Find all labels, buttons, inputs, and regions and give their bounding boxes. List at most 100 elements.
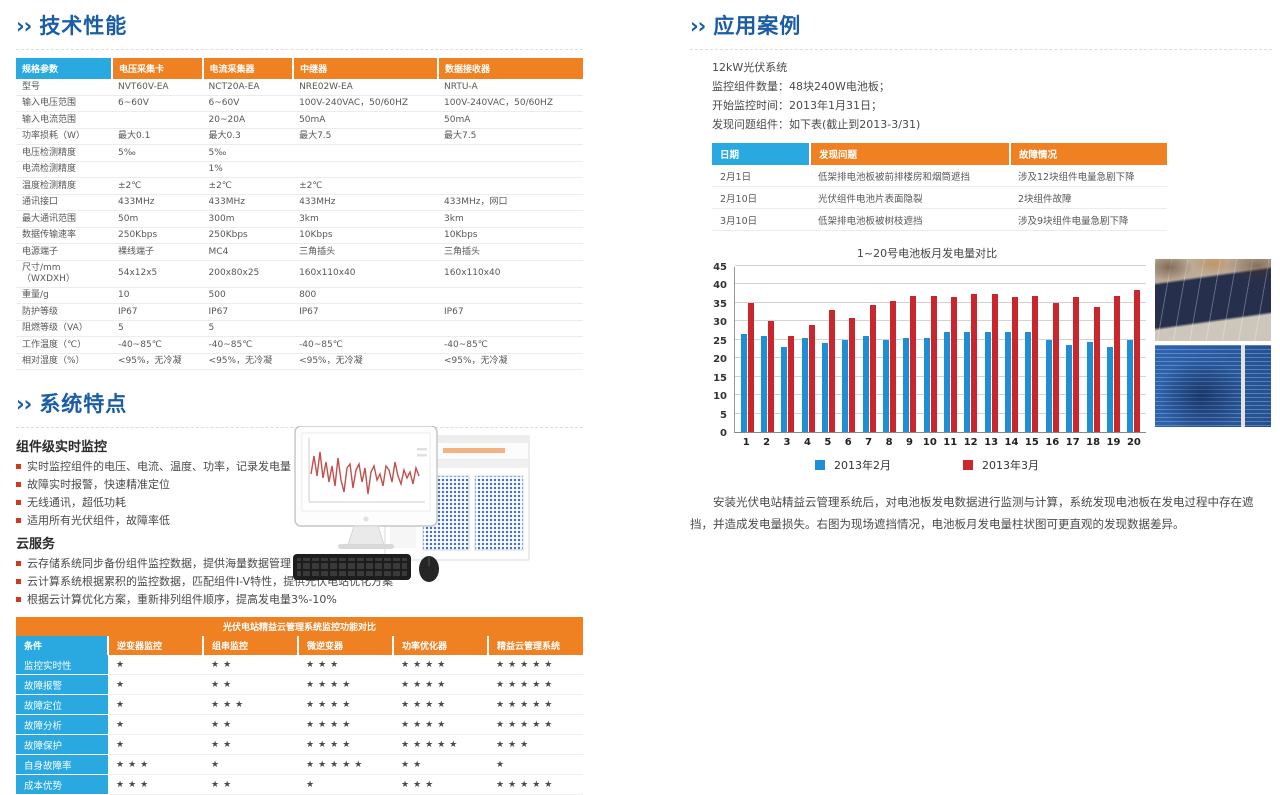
- x-axis-label: 4: [797, 433, 817, 448]
- features-section: 组件级实时监控实时监控组件的电压、电流、温度、功率，记录发电量故障实时报警，快速…: [16, 436, 583, 609]
- spec-table-cell: MC4: [203, 244, 294, 261]
- bar-9: [903, 338, 909, 432]
- x-axis-label: 13: [981, 433, 1001, 448]
- star-rating: ★★: [203, 775, 298, 795]
- spec-table-cell: [438, 320, 583, 337]
- fault-table-header-cell: 日期: [712, 143, 810, 165]
- spec-table-cell: [112, 161, 203, 178]
- spec-table-cell: [438, 161, 583, 178]
- spec-table-cell: 250Kbps: [203, 227, 294, 244]
- spec-table-cell: 工作温度（℃）: [16, 337, 112, 354]
- section-chevrons-icon: ››: [690, 14, 705, 38]
- star-rating: ★★★: [108, 775, 203, 795]
- bar-4: [809, 325, 815, 432]
- bar-3: [781, 347, 787, 432]
- spec-table-body: 规格参数电压采集卡电流采集器中继器数据接收器型号NVT60V-EANCT20A-…: [16, 58, 583, 370]
- spec-table-cell: 功率损耗（W）: [16, 128, 112, 145]
- bar-14: [1012, 297, 1018, 432]
- star-rating: ★★★★★: [488, 695, 583, 715]
- bar-group: [1103, 296, 1123, 432]
- bar-group: [839, 318, 859, 432]
- spec-table-cell: 6~60V: [203, 95, 294, 112]
- y-axis-tick-label: 5: [720, 410, 727, 421]
- x-axis-label: 11: [940, 433, 960, 448]
- system-features-heading: ›› 系统特点: [16, 388, 583, 428]
- star-rating: ★★★: [393, 775, 488, 795]
- spec-table-row: 尺寸/mm（WXDXH）54x12x5200x80x25160x110x4016…: [16, 260, 583, 287]
- star-rating: ★★★: [203, 695, 298, 715]
- bar-18: [1094, 307, 1100, 432]
- spec-table-header-cell: 中继器: [293, 58, 438, 79]
- feature-item-text: 故障实时报警，快速精准定位: [27, 478, 170, 491]
- spec-table-cell: 电源端子: [16, 244, 112, 261]
- fault-table-cell: 低架排电池板被树枝遮挡: [810, 209, 1010, 231]
- bar-7: [863, 336, 869, 432]
- star-rating: ★: [108, 715, 203, 735]
- spec-table-cell: [438, 287, 583, 304]
- bullet-icon: [16, 579, 21, 584]
- x-axis-label: 20: [1124, 433, 1144, 448]
- bar-group: [920, 296, 940, 432]
- spec-table-row: 重量/g10500800: [16, 287, 583, 304]
- bar-group: [940, 297, 960, 432]
- bar-13: [985, 332, 991, 432]
- mouse-icon: [419, 556, 439, 582]
- bar-12: [971, 294, 977, 432]
- left-column: ››技术性能 规格参数电压采集卡电流采集器中继器数据接收器型号NVT60V-EA…: [16, 10, 583, 795]
- star-rating: ★★: [203, 735, 298, 755]
- fault-table-body: 日期发现问题故障情况2月1日低架排电池板被前排楼房和烟筒遮挡涉及12块组件电量急…: [712, 143, 1167, 231]
- rooftop-solar-array-photo: [1155, 259, 1271, 341]
- spec-table-cell: 通讯接口: [16, 194, 112, 211]
- fault-table-row: 3月10日低架排电池板被树枝遮挡涉及9块组件电量急剧下降: [712, 209, 1167, 231]
- spec-table-cell: NCT20A-EA: [203, 79, 294, 95]
- spec-table-row: 温度检测精度±2℃±2℃±2℃: [16, 178, 583, 195]
- star-rating: ★★★★: [298, 675, 393, 695]
- comparison-row: 故障保护★★★★★★★★★★★★★★★: [16, 735, 583, 755]
- comparison-title-row: 光伏电站精益云管理系统监控功能对比: [16, 617, 583, 636]
- legend-label: 2013年2月: [834, 457, 891, 473]
- case-intro: 12kW光伏系统监控组件数量：48块240W电池板；开始监控时间：2013年1月…: [712, 58, 1272, 134]
- comparison-header-row: 条件逆变器监控组串监控微逆变器功率优化器精益云管理系统: [16, 636, 583, 655]
- fault-table: 日期发现问题故障情况2月1日低架排电池板被前排楼房和烟筒遮挡涉及12块组件电量急…: [712, 143, 1167, 231]
- bar-10: [924, 338, 930, 432]
- spec-table-cell: 最大7.5: [438, 128, 583, 145]
- spec-table-row: 输入电压范围6~60V6~60V100V-240VAC，50/60HZ100V-…: [16, 95, 583, 112]
- spec-table-cell: 3km: [438, 211, 583, 228]
- spec-table-cell: 433MHz，网口: [438, 194, 583, 211]
- spec-table-row: 型号NVT60V-EANCT20A-EANRE02W-EANRTU-A: [16, 79, 583, 95]
- fault-table-cell: 光伏组件电池片表面隐裂: [810, 187, 1010, 209]
- star-rating: ★★★★: [298, 695, 393, 715]
- section-chevrons-icon: ››: [16, 392, 31, 416]
- spec-table-row: 输入电流范围20~20A50mA50mA: [16, 112, 583, 129]
- fault-table-cell: 2月10日: [712, 187, 810, 209]
- spec-table-cell: 10: [112, 287, 203, 304]
- spec-table-cell: <95%，无冷凝: [293, 353, 438, 370]
- bar-group: [757, 321, 777, 432]
- comparison-row-label: 成本优势: [16, 775, 108, 795]
- bar-1: [741, 334, 747, 432]
- spec-table-cell: 50mA: [293, 112, 438, 129]
- star-rating: ★★★★: [298, 715, 393, 735]
- spec-table-cell: 输入电流范围: [16, 112, 112, 129]
- comparison-header-cell: 逆变器监控: [108, 636, 203, 655]
- star-rating: ★★★: [298, 655, 393, 675]
- tech-performance-heading: ››技术性能: [16, 10, 583, 50]
- comparison-header-cell: 微逆变器: [298, 636, 393, 655]
- fault-table-header-cell: 发现问题: [810, 143, 1010, 165]
- bar-group: [798, 325, 818, 432]
- spec-table-cell: 防护等级: [16, 304, 112, 321]
- feature-item-text: 适用所有光伏组件，故障率低: [27, 514, 170, 527]
- comparison-row-label: 自身故障率: [16, 755, 108, 775]
- star-rating: ★: [488, 755, 583, 775]
- spec-table-cell: 500: [203, 287, 294, 304]
- system-features-title: 系统特点: [39, 392, 127, 416]
- spec-table-cell: [293, 320, 438, 337]
- feature-item: 根据云计算优化方案，重新排列组件顺序，提高发电量3%-10%: [16, 591, 583, 609]
- bar-10: [931, 296, 937, 432]
- spec-table-cell: 电压检测精度: [16, 145, 112, 162]
- spec-table-cell: 5: [112, 320, 203, 337]
- spec-table-cell: 三角插头: [293, 244, 438, 261]
- spec-table-cell: 5: [203, 320, 294, 337]
- star-rating: ★★: [203, 715, 298, 735]
- chart-x-labels: 1234567891011121314151617181920: [734, 433, 1146, 448]
